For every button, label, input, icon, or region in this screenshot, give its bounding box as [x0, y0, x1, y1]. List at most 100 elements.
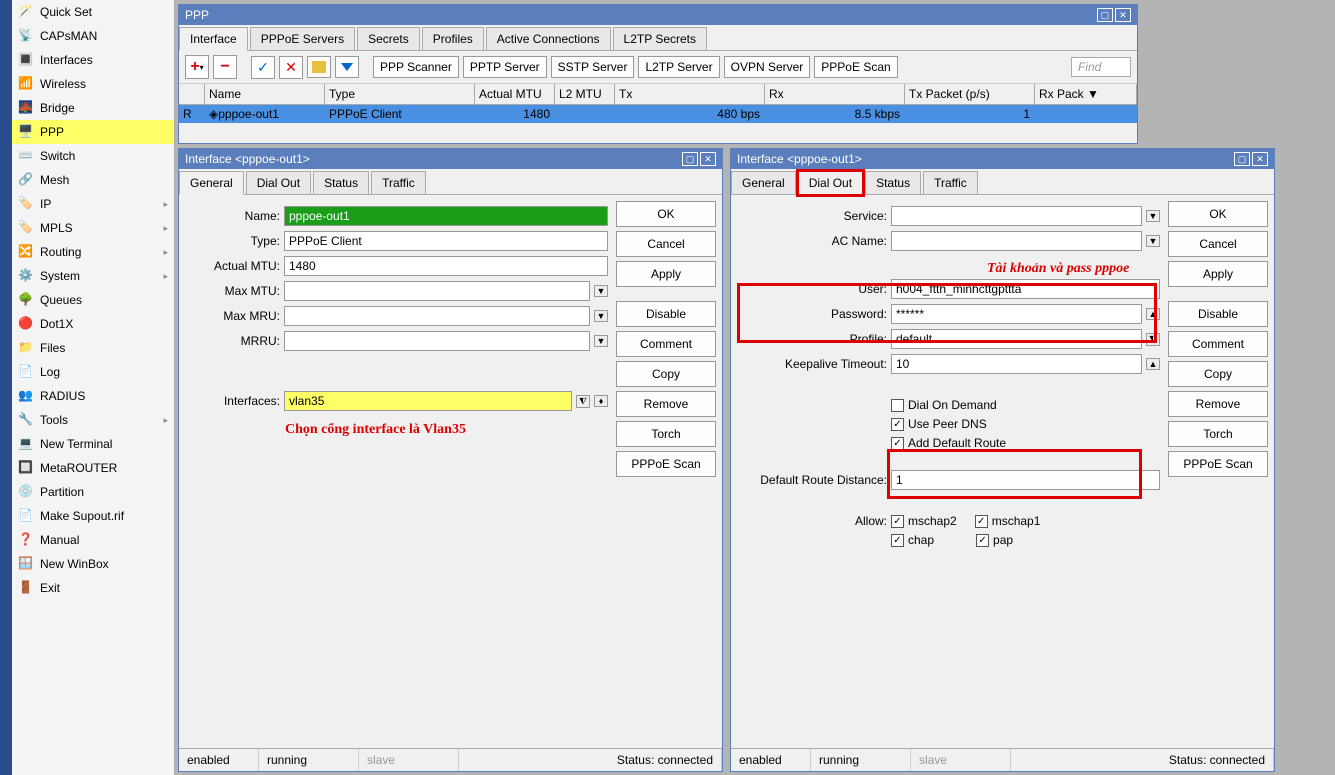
comment-button[interactable]	[307, 56, 331, 78]
dod-checkbox[interactable]	[891, 399, 904, 412]
tab-general[interactable]: General	[731, 171, 796, 194]
dropdown-icon[interactable]: ▼	[594, 310, 608, 322]
sidebar-item-system[interactable]: ⚙️System▸	[12, 264, 174, 288]
torch-button[interactable]: Torch	[1168, 421, 1268, 447]
tab-secrets[interactable]: Secrets	[357, 27, 420, 50]
apply-button[interactable]: Apply	[1168, 261, 1268, 287]
acname-field[interactable]	[891, 231, 1142, 251]
password-field[interactable]	[891, 304, 1142, 324]
maxmru-field[interactable]	[284, 306, 590, 326]
table-row[interactable]: R ◈pppoe-out1 PPPoE Client 1480 480 bps …	[179, 105, 1137, 123]
sidebar-item-queues[interactable]: 🌳Queues	[12, 288, 174, 312]
sidebar-item-interfaces[interactable]: 🔳Interfaces	[12, 48, 174, 72]
sidebar-item-terminal[interactable]: 💻New Terminal	[12, 432, 174, 456]
col-rxp[interactable]: Rx Pack ▼	[1035, 84, 1137, 104]
sidebar-item-routing[interactable]: 🔀Routing▸	[12, 240, 174, 264]
sidebar-item-quickset[interactable]: 🪄Quick Set	[12, 0, 174, 24]
tab-dialout[interactable]: Dial Out	[246, 171, 311, 194]
sidebar-item-capsman[interactable]: 📡CAPsMAN	[12, 24, 174, 48]
profile-field[interactable]	[891, 329, 1142, 349]
tab-active-conn[interactable]: Active Connections	[486, 27, 611, 50]
maxmtu-field[interactable]	[284, 281, 590, 301]
ppp-scanner-button[interactable]: PPP Scanner	[373, 56, 459, 78]
disable-button[interactable]: ✕	[279, 56, 303, 79]
torch-button[interactable]: Torch	[616, 421, 716, 447]
sidebar-item-supout[interactable]: 📄Make Supout.rif	[12, 504, 174, 528]
dns-checkbox[interactable]: ✓	[891, 418, 904, 431]
pptp-server-button[interactable]: PPTP Server	[463, 56, 547, 78]
disable-button[interactable]: Disable	[1168, 301, 1268, 327]
ovpn-server-button[interactable]: OVPN Server	[724, 56, 811, 78]
col-l2mtu[interactable]: L2 MTU	[555, 84, 615, 104]
sidebar-item-exit[interactable]: 🚪Exit	[12, 576, 174, 600]
sidebar-item-radius[interactable]: 👥RADIUS	[12, 384, 174, 408]
pap-checkbox[interactable]: ✓	[976, 534, 989, 547]
ok-button[interactable]: OK	[616, 201, 716, 227]
tab-traffic[interactable]: Traffic	[371, 171, 426, 194]
user-field[interactable]	[891, 279, 1160, 299]
tab-status[interactable]: Status	[313, 171, 369, 194]
pppoe-scan-button[interactable]: PPPoE Scan	[616, 451, 716, 477]
mschap1-checkbox[interactable]: ✓	[975, 515, 988, 528]
add-button[interactable]: +▾	[185, 55, 209, 79]
l2tp-server-button[interactable]: L2TP Server	[638, 56, 719, 78]
col-rx[interactable]: Rx	[765, 84, 905, 104]
cancel-button[interactable]: Cancel	[1168, 231, 1268, 257]
comment-button[interactable]: Comment	[1168, 331, 1268, 357]
drd-field[interactable]	[891, 470, 1160, 490]
find-input[interactable]: Find	[1071, 57, 1131, 77]
keepalive-field[interactable]	[891, 354, 1142, 374]
pppoe-scan-button[interactable]: PPPoE Scan	[1168, 451, 1268, 477]
sidebar-item-wireless[interactable]: 📶Wireless	[12, 72, 174, 96]
tab-general[interactable]: General	[179, 171, 244, 195]
disable-button[interactable]: Disable	[616, 301, 716, 327]
mrru-field[interactable]	[284, 331, 590, 351]
sidebar-item-log[interactable]: 📄Log	[12, 360, 174, 384]
remove-button[interactable]: −	[213, 55, 237, 79]
sidebar-item-metarouter[interactable]: 🔲MetaROUTER	[12, 456, 174, 480]
sidebar-item-files[interactable]: 📁Files	[12, 336, 174, 360]
interfaces-field[interactable]	[284, 391, 572, 411]
mschap2-checkbox[interactable]: ✓	[891, 515, 904, 528]
chap-checkbox[interactable]: ✓	[891, 534, 904, 547]
tab-interface[interactable]: Interface	[179, 27, 248, 51]
sidebar-item-switch[interactable]: ⌨️Switch	[12, 144, 174, 168]
sidebar-item-tools[interactable]: 🔧Tools▸	[12, 408, 174, 432]
minimize-button[interactable]: ▢	[1097, 8, 1113, 22]
col-mtu[interactable]: Actual MTU	[475, 84, 555, 104]
ok-button[interactable]: OK	[1168, 201, 1268, 227]
dropdown-icon[interactable]: ▼	[1146, 235, 1160, 247]
sidebar-item-partition[interactable]: 💿Partition	[12, 480, 174, 504]
close-button[interactable]: ✕	[1115, 8, 1131, 22]
reveal-icon[interactable]: ▲	[1146, 308, 1160, 320]
comment-button[interactable]: Comment	[616, 331, 716, 357]
dropdown-icon[interactable]: ▼	[594, 335, 608, 347]
spin-icon[interactable]: ▲	[1146, 358, 1160, 370]
dropdown-icon[interactable]: ⧨	[1146, 333, 1160, 346]
actualmtu-field[interactable]	[284, 256, 608, 276]
pppoe-scan-button[interactable]: PPPoE Scan	[814, 56, 897, 78]
tab-pppoe-servers[interactable]: PPPoE Servers	[250, 27, 355, 50]
dropdown-icon[interactable]: ▼	[594, 285, 608, 297]
dropdown-icon[interactable]: ⧨	[576, 395, 590, 408]
sidebar-item-ppp[interactable]: 🖥️PPP	[12, 120, 174, 144]
remove-button[interactable]: Remove	[616, 391, 716, 417]
filter-button[interactable]	[335, 56, 359, 78]
sidebar-item-dot1x[interactable]: 🔴Dot1X	[12, 312, 174, 336]
spin-icon[interactable]: ♦	[594, 395, 608, 407]
copy-button[interactable]: Copy	[616, 361, 716, 387]
tab-dialout[interactable]: Dial Out	[798, 171, 863, 195]
tab-status[interactable]: Status	[865, 171, 921, 194]
copy-button[interactable]: Copy	[1168, 361, 1268, 387]
col-name[interactable]: Name	[205, 84, 325, 104]
name-field[interactable]	[284, 206, 608, 226]
sidebar-item-mesh[interactable]: 🔗Mesh	[12, 168, 174, 192]
sidebar-item-bridge[interactable]: 🌉Bridge	[12, 96, 174, 120]
type-field[interactable]	[284, 231, 608, 251]
tab-traffic[interactable]: Traffic	[923, 171, 978, 194]
minimize-button[interactable]: ▢	[1234, 152, 1250, 166]
apply-button[interactable]: Apply	[616, 261, 716, 287]
sidebar-item-winbox[interactable]: 🪟New WinBox	[12, 552, 174, 576]
service-field[interactable]	[891, 206, 1142, 226]
sstp-server-button[interactable]: SSTP Server	[551, 56, 635, 78]
